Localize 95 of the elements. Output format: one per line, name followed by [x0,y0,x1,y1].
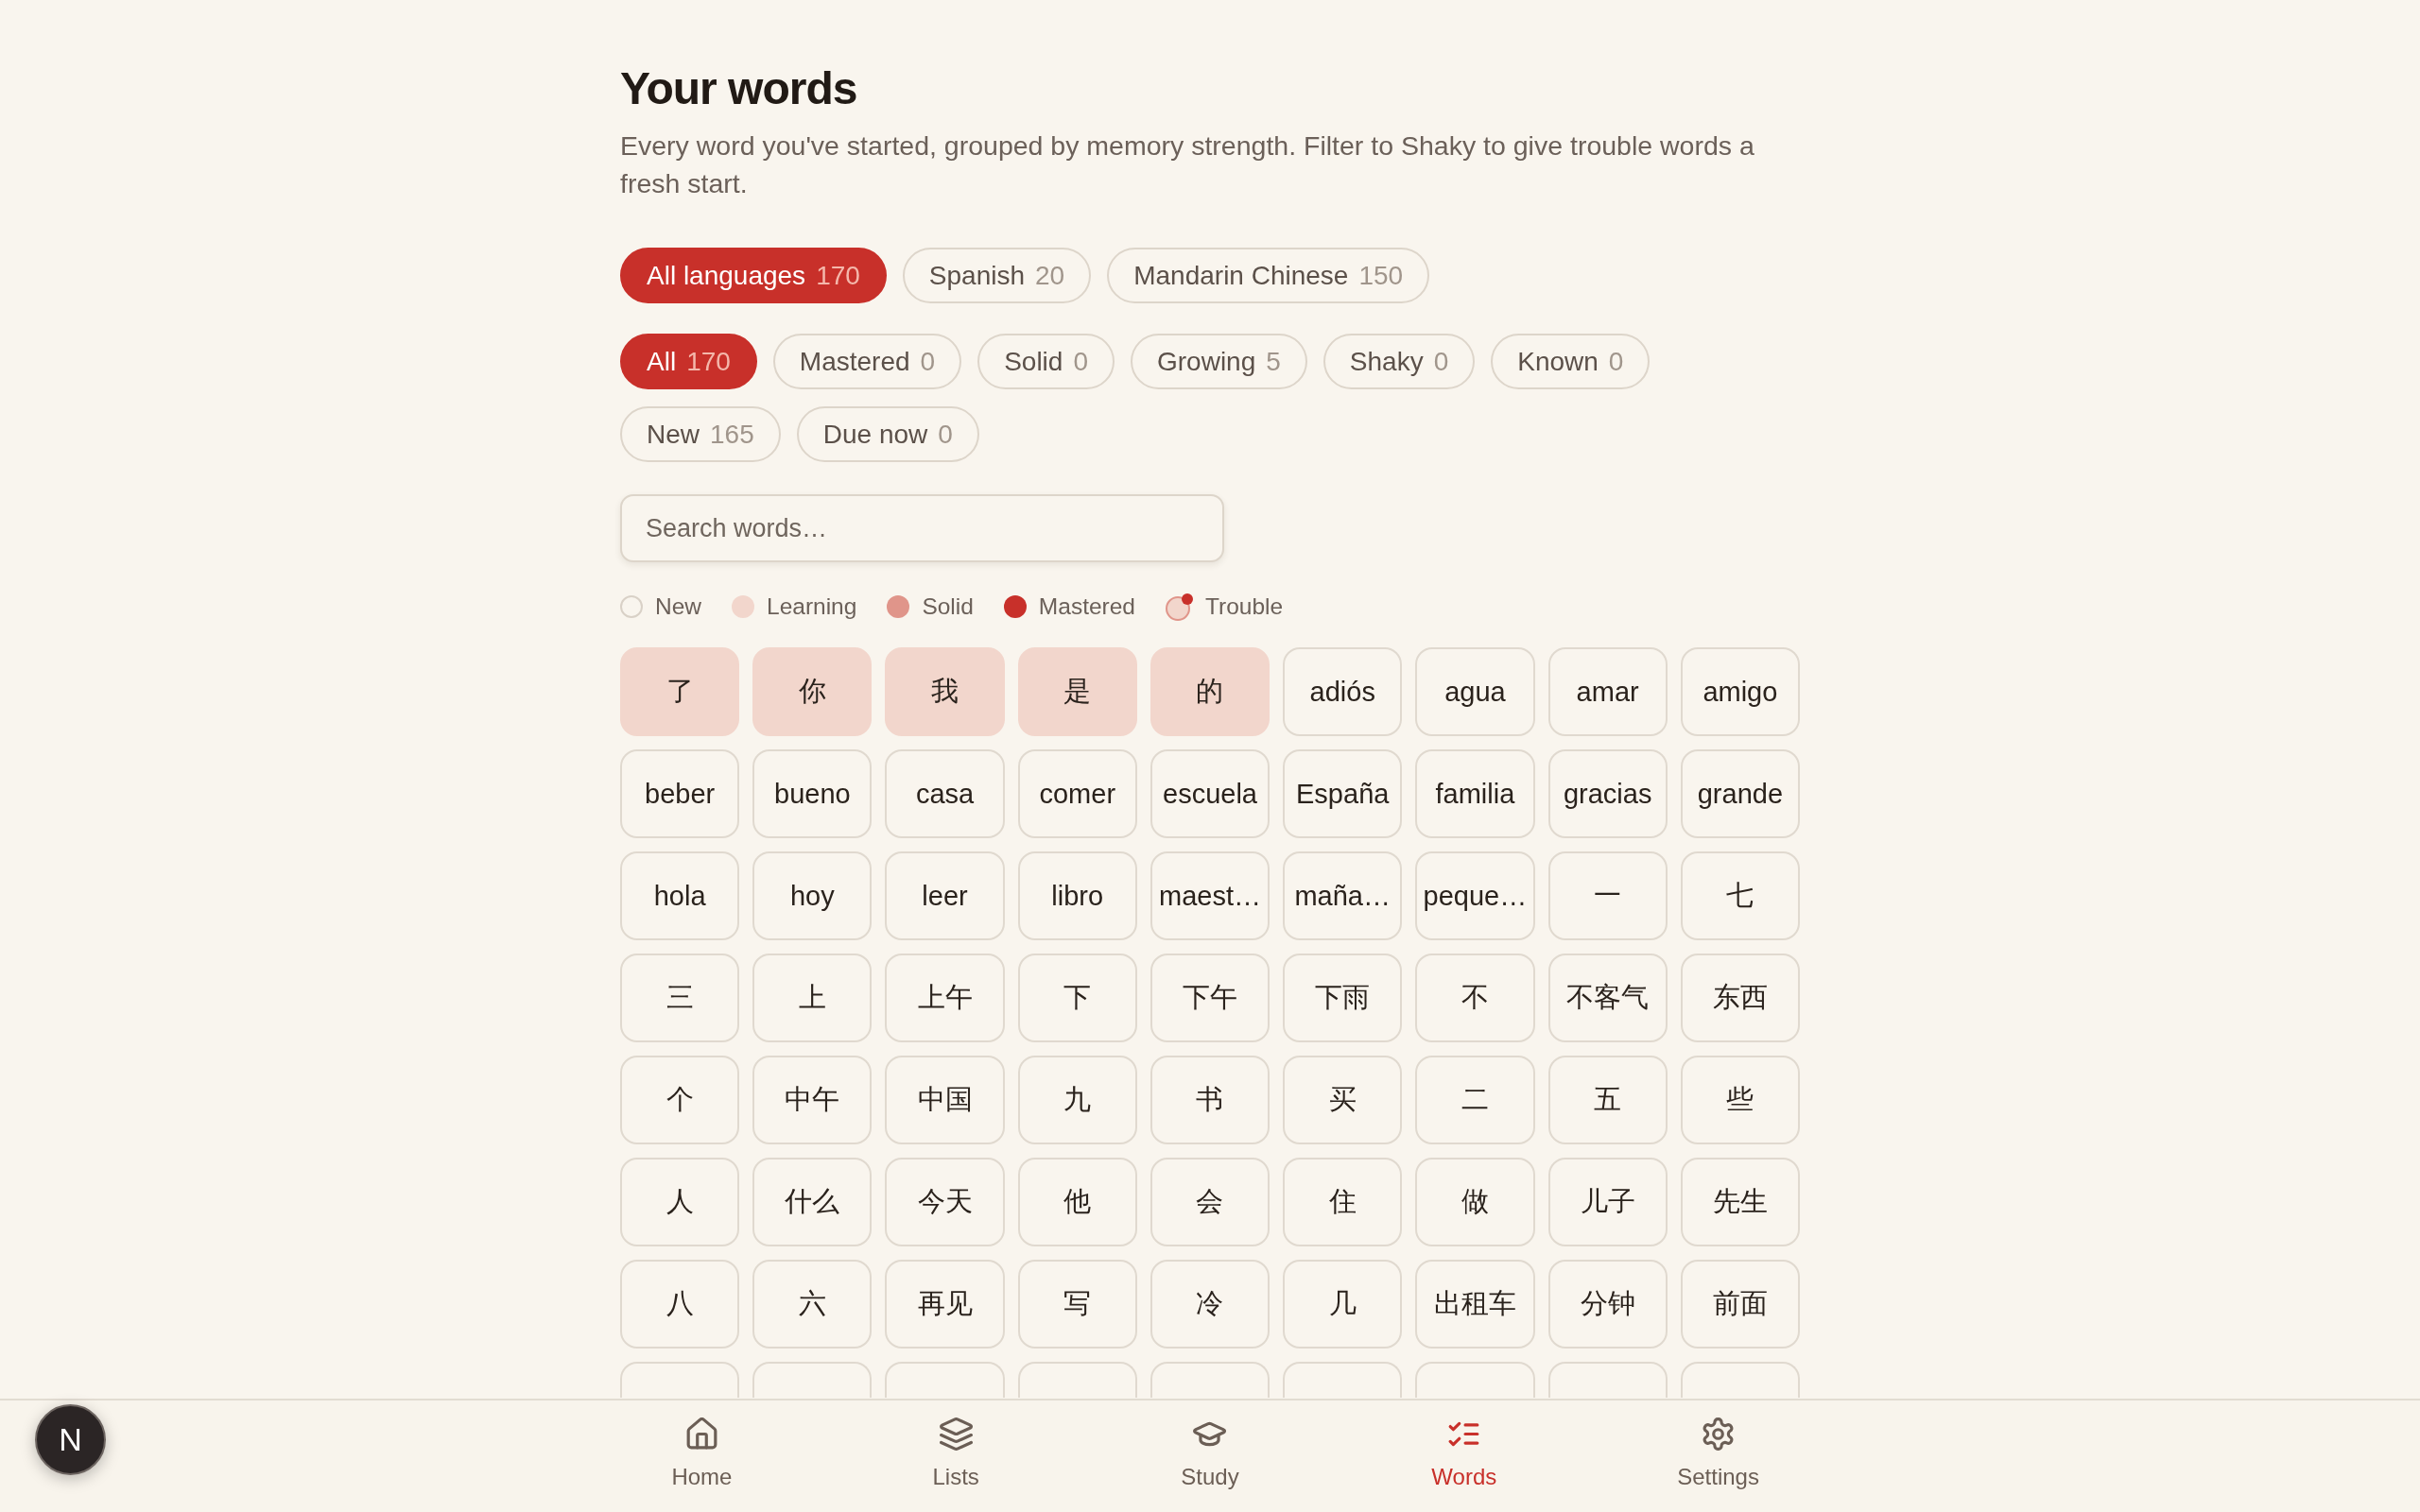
nav-tab[interactable]: Words [1422,1414,1507,1495]
search-field[interactable]: Search words… [620,494,1224,562]
nav-tab[interactable]: Study [1171,1414,1249,1495]
word-tile[interactable]: maña… [1283,851,1403,940]
legend-dot-icon [1003,595,1027,618]
word-tile[interactable]: 你 [752,647,873,736]
word-tile[interactable]: 我 [885,647,1005,736]
word-tile[interactable]: 前面 [1680,1260,1800,1349]
word-tile[interactable]: 七 [1680,851,1800,940]
word-tile[interactable]: 下午 [1150,954,1270,1042]
settings-icon [1702,1418,1736,1451]
word-tile[interactable]: 先生 [1680,1158,1800,1246]
legend-label: Trouble [1205,593,1284,621]
word-tile[interactable]: 儿子 [1547,1158,1668,1246]
word-tile[interactable]: 几 [1283,1260,1403,1349]
word-tile[interactable]: 上 [752,954,873,1042]
layers-icon [939,1418,973,1451]
filter-chip[interactable]: All languages 170 [620,248,887,303]
word-tile[interactable]: casa [885,749,1005,838]
legend-label: Solid [922,593,974,621]
filter-chip[interactable]: Spanish 20 [902,248,1092,303]
word-tile[interactable]: grande [1680,749,1800,838]
nav-tab[interactable]: Settings [1668,1414,1769,1495]
word-tile[interactable]: escuela [1150,749,1270,838]
word-tile[interactable]: 上午 [885,954,1005,1042]
word-tile[interactable]: 会 [1150,1158,1270,1246]
word-tile[interactable]: 中国 [885,1056,1005,1144]
word-tile[interactable]: 分钟 [1547,1260,1668,1349]
page-description: Every word you've started, grouped by memory strength. Filter to Shaky to give trouble words a fresh start. [620,129,1755,200]
word-tile[interactable]: 买 [1283,1056,1403,1144]
legend-dot-icon [887,595,910,618]
legend-label: New [655,593,701,621]
filter-chip[interactable]: Growing 5 [1131,334,1307,389]
word-tile[interactable]: 他 [1017,1158,1137,1246]
word-tile[interactable]: familia [1415,749,1535,838]
word-tile[interactable]: amigo [1680,647,1800,736]
filter-chip[interactable]: Shaky 0 [1322,334,1476,389]
filter-chip[interactable]: Mastered 0 [772,334,962,389]
word-tile[interactable]: 二 [1415,1056,1535,1144]
home-icon [684,1418,718,1451]
word-tile[interactable]: 九 [1017,1056,1137,1144]
word-tile[interactable]: 一 [1547,851,1668,940]
word-tile[interactable]: maest… [1150,851,1270,940]
word-tile[interactable]: 些 [1680,1056,1800,1144]
word-tile[interactable]: 今天 [885,1158,1005,1246]
word-tile[interactable]: 再见 [885,1260,1005,1349]
word-tile[interactable]: libro [1017,851,1137,940]
word-tile[interactable]: 中午 [752,1056,873,1144]
word-tile[interactable]: España [1283,749,1403,838]
filter-chip[interactable]: New 165 [620,406,781,462]
word-tile[interactable]: 什么 [752,1158,873,1246]
word-tile[interactable]: 三 [620,954,740,1042]
word-tile[interactable]: 下 [1017,954,1137,1042]
word-tile[interactable]: comer [1017,749,1137,838]
word-tile[interactable]: beber [620,749,740,838]
nav-tab[interactable]: Home [662,1414,742,1495]
legend-dot-icon [732,595,754,618]
legend-label: Mastered [1038,593,1135,621]
word-tile[interactable]: 做 [1415,1158,1535,1246]
word-tile[interactable]: 人 [620,1158,740,1246]
legend-dot-icon [620,595,643,618]
word-tile[interactable]: 五 [1547,1056,1668,1144]
word-tile[interactable]: 书 [1150,1056,1270,1144]
word-tile[interactable]: 的 [1150,647,1270,736]
word-tile[interactable]: adiós [1283,647,1403,736]
word-tile[interactable]: leer [885,851,1005,940]
word-tile[interactable]: 了 [620,647,740,736]
word-tile[interactable]: 个 [620,1056,740,1144]
word-tile[interactable]: 六 [752,1260,873,1349]
word-tile[interactable]: 不客气 [1547,954,1668,1042]
word-tile[interactable]: 下雨 [1283,954,1403,1042]
word-tile[interactable]: agua [1415,647,1535,736]
word-tile[interactable]: hoy [752,851,873,940]
word-tile[interactable]: amar [1547,647,1668,736]
word-tile[interactable]: 出租车 [1415,1260,1535,1349]
word-tile[interactable]: hola [620,851,740,940]
filter-chip[interactable]: Due now 0 [796,406,979,462]
page-title: Your words [620,62,858,115]
trouble-dot-icon [1166,593,1193,621]
word-tile[interactable]: 写 [1017,1260,1137,1349]
word-tile[interactable]: 东西 [1680,954,1800,1042]
word-tile[interactable]: bueno [752,749,873,838]
filter-chip[interactable]: All 170 [620,334,757,389]
word-tile[interactable]: 八 [620,1260,740,1349]
filter-chip[interactable]: Solid 0 [977,334,1115,389]
word-tile[interactable]: 冷 [1150,1260,1270,1349]
legend-label: Learning [767,593,857,621]
filter-chip[interactable]: Known 0 [1491,334,1651,389]
word-tile[interactable]: peque… [1415,851,1535,940]
nav-tab[interactable]: Lists [923,1414,989,1495]
filter-chip[interactable]: Mandarin Chinese 150 [1107,248,1430,303]
word-tile[interactable]: gracias [1547,749,1668,838]
word-tile[interactable]: 住 [1283,1158,1403,1246]
word-tile[interactable]: 不 [1415,954,1535,1042]
word-tile[interactable]: 是 [1017,647,1137,736]
